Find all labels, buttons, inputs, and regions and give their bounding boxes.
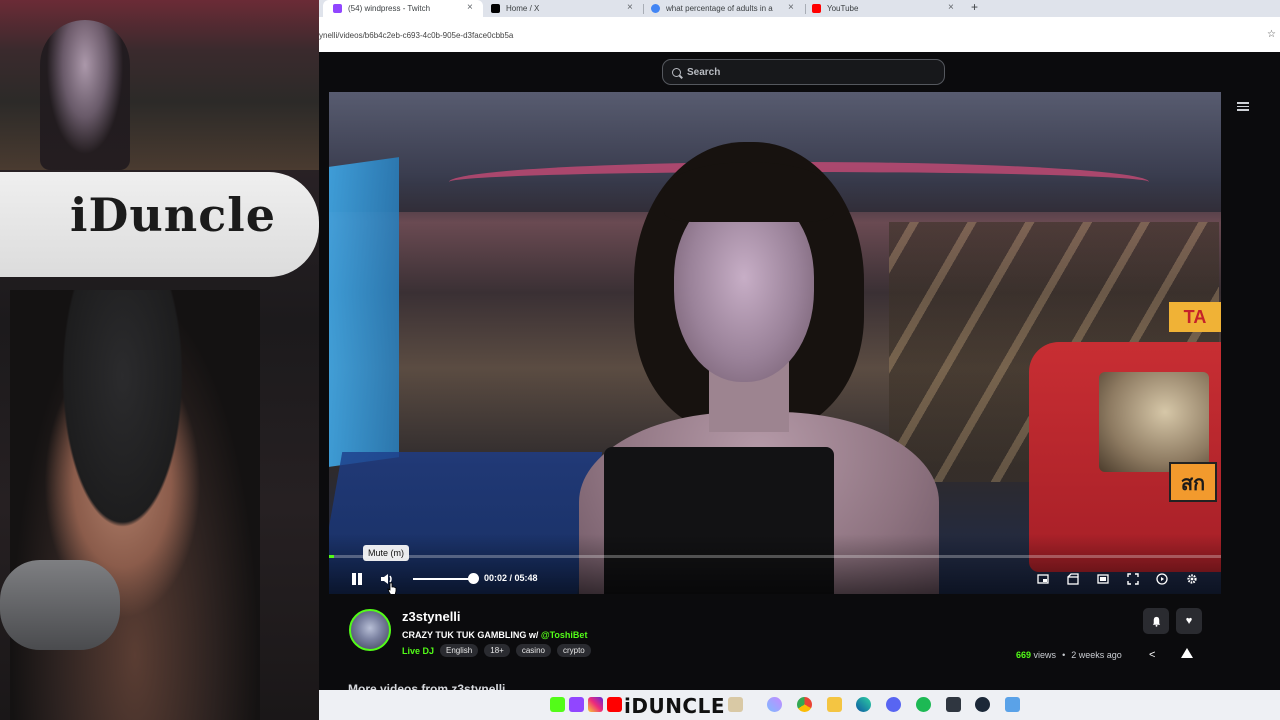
close-icon[interactable]: × (788, 2, 794, 13)
view-count: 669 (1016, 650, 1032, 660)
webcam-streamer (10, 290, 260, 720)
notepad-icon[interactable] (1005, 697, 1020, 712)
seek-progress (329, 555, 335, 558)
edge-icon[interactable] (856, 697, 871, 712)
bell-icon (1152, 616, 1160, 627)
volume-slider-knob[interactable] (468, 573, 479, 584)
upload-age: 2 weeks ago (1071, 650, 1122, 660)
hand-cursor-icon (387, 582, 397, 594)
twitch-app-icon[interactable] (569, 697, 584, 712)
youtube-icon (812, 4, 821, 13)
video-scene-sign: สก (1169, 462, 1217, 502)
tab-x[interactable]: Home / X × (489, 0, 639, 17)
close-icon[interactable]: × (467, 2, 473, 13)
tag-chip[interactable]: crypto (556, 644, 591, 657)
google-icon (651, 4, 660, 13)
channel-name[interactable]: z3stynelli (402, 609, 461, 624)
miniplayer-icon[interactable] (1037, 573, 1049, 585)
app-icon[interactable] (946, 697, 961, 712)
address-bar[interactable]: ynelli/videos/b6b4c2eb-c693-4c0b-905e-d3… (319, 17, 1280, 52)
tag-chip[interactable]: casino (515, 644, 551, 657)
stream-title-mention[interactable]: @ToshiBet (541, 630, 588, 640)
video-meta: 669 views • 2 weeks ago (1016, 650, 1122, 660)
tab-separator (643, 4, 644, 14)
stream-title: CRAZY TUK TUK GAMBLING w/ @ToshiBet (402, 630, 587, 640)
tab-google-search[interactable]: what percentage of adults in a × (651, 0, 801, 17)
category-link[interactable]: Live DJ (402, 646, 434, 656)
steam-icon[interactable] (975, 697, 990, 712)
url-text[interactable]: ynelli/videos/b6b4c2eb-c693-4c0b-905e-d3… (319, 31, 513, 40)
view-label: views (1033, 650, 1057, 660)
stream-title-text: CRAZY TUK TUK GAMBLING w/ (402, 630, 541, 640)
notification-bell-button[interactable] (1143, 608, 1169, 634)
video-scene-sign: TA (1169, 302, 1221, 332)
pause-button[interactable] (351, 573, 363, 585)
channel-avatar[interactable] (349, 609, 391, 651)
kick-page: Search TA สก 00:02 / 05:48 Mute (m) z3st… (319, 52, 1280, 720)
tab-twitch[interactable]: (54) windpress - Twitch × (323, 0, 483, 17)
spotify-icon[interactable] (916, 697, 931, 712)
video-scene-window (1099, 372, 1209, 472)
webcam-background (0, 0, 319, 170)
webcam-microphone (0, 560, 120, 650)
report-icon[interactable] (1181, 648, 1193, 658)
webcam-sign-text: iDuncle (70, 188, 277, 242)
bookmark-star-icon[interactable]: ☆ (1267, 29, 1276, 40)
controls-gradient (329, 534, 1221, 594)
youtube-app-icon[interactable] (607, 697, 622, 712)
instagram-app-icon[interactable] (588, 697, 603, 712)
close-icon[interactable]: × (948, 2, 954, 13)
video-player[interactable]: TA สก 00:02 / 05:48 Mute (m) (329, 92, 1221, 594)
chrome-icon[interactable] (797, 697, 812, 712)
kick-app-icon[interactable] (550, 697, 565, 712)
tab-label: what percentage of adults in a (666, 4, 773, 13)
twitch-icon (333, 4, 342, 13)
tag-chip[interactable]: English (440, 644, 479, 657)
tag-row: Live DJ English 18+ casino crypto (402, 644, 591, 657)
seek-bar[interactable] (329, 555, 1221, 558)
copilot-icon[interactable] (767, 697, 782, 712)
fullscreen-icon[interactable] (1127, 573, 1139, 585)
iduncle-logo: iDUNCLE (624, 694, 726, 718)
browser-window: (54) windpress - Twitch × Home / X × wha… (319, 0, 1280, 720)
video-scene-bangs (664, 162, 834, 222)
follow-heart-button[interactable]: ♥ (1176, 608, 1202, 634)
pet-app-icon[interactable] (728, 697, 743, 712)
tab-label: YouTube (827, 4, 859, 13)
close-icon[interactable]: × (627, 2, 633, 13)
theater-mode-icon[interactable] (1097, 573, 1109, 585)
mute-tooltip: Mute (m) (363, 545, 409, 561)
tab-bar: (54) windpress - Twitch × Home / X × wha… (319, 0, 1280, 17)
playback-speed-icon[interactable] (1156, 573, 1168, 585)
meta-separator: • (1062, 650, 1066, 660)
heart-icon: ♥ (1185, 615, 1193, 627)
search-placeholder: Search (687, 66, 721, 78)
tag-chip[interactable]: 18+ (484, 644, 510, 657)
sidebar-toggle-icon[interactable] (1237, 102, 1249, 112)
search-icon (672, 67, 681, 77)
new-tab-button[interactable]: + (971, 0, 978, 14)
x-icon (491, 4, 500, 13)
volume-slider[interactable] (413, 578, 475, 580)
clip-icon[interactable] (1067, 573, 1079, 585)
file-explorer-icon[interactable] (827, 697, 842, 712)
taskbar: iDUNCLE (319, 690, 1280, 720)
tab-youtube[interactable]: YouTube × (812, 0, 962, 17)
share-icon[interactable]: < (1149, 649, 1155, 661)
tab-label: (54) windpress - Twitch (348, 4, 431, 13)
discord-icon[interactable] (886, 697, 901, 712)
webcam-overlay: iDuncle (0, 0, 319, 720)
tab-label: Home / X (506, 4, 540, 13)
search-input[interactable]: Search (662, 59, 945, 85)
video-scene-screen (329, 157, 399, 467)
settings-gear-icon[interactable] (1186, 573, 1198, 585)
tab-separator (805, 4, 806, 14)
time-display: 00:02 / 05:48 (484, 573, 538, 583)
